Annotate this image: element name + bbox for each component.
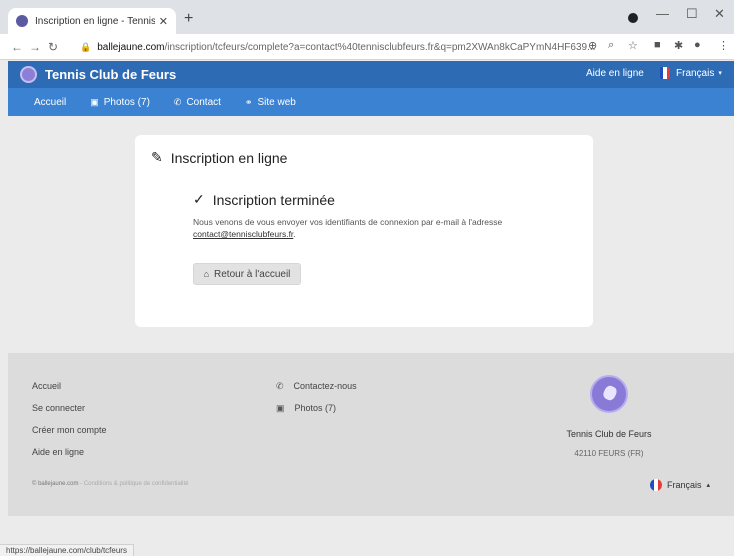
site-footer: Accueil Se connecter Créer mon compte Ai… <box>8 353 734 516</box>
media-record-icon[interactable] <box>628 13 638 23</box>
confirmation-text: Nous venons de vous envoyer vos identifi… <box>193 217 503 227</box>
bookmark-star-icon[interactable]: ☆ <box>628 39 638 52</box>
caret-down-icon: ▾ <box>718 70 722 77</box>
nav-photos-label: Photos (7) <box>103 96 150 108</box>
club-name: Tennis Club de Feurs <box>566 429 652 439</box>
lock-icon: 🔒 <box>80 41 92 52</box>
minimize-icon[interactable]: — <box>656 6 669 21</box>
profile-icon[interactable]: ● <box>694 39 701 51</box>
install-icon[interactable]: ⊕ <box>588 39 597 52</box>
back-home-label: Retour à l'accueil <box>214 268 291 280</box>
check-circle-icon: ✓ <box>193 191 205 207</box>
nav-contact[interactable]: ✆ Contact <box>174 97 221 108</box>
forward-icon[interactable]: → <box>26 40 44 54</box>
nav-website[interactable]: ⚭ Site web <box>245 97 296 108</box>
window-close-icon[interactable]: ✕ <box>714 6 725 22</box>
tab-close-icon[interactable]: ✕ <box>159 15 168 28</box>
page-title-text: Inscription en ligne <box>170 149 288 166</box>
help-link[interactable]: Aide en ligne <box>586 68 644 79</box>
menu-kebab-icon[interactable]: ⋮ <box>718 39 729 52</box>
footer-link-login[interactable]: Se connecter <box>32 403 85 413</box>
confirmation-message: Nous venons de vous envoyer vos identifi… <box>193 216 553 240</box>
back-icon[interactable]: ← <box>8 40 26 54</box>
email-link[interactable]: contact@tennisclubfeurs.fr <box>193 229 293 239</box>
email-suffix: . <box>293 229 296 239</box>
registration-card: ✎ Inscription en ligne ✓ Inscription ter… <box>135 135 593 327</box>
status-bar-url: https://ballejaune.com/club/tcfeurs <box>0 544 134 556</box>
copyright-text[interactable]: © ballejaune.com <box>32 481 78 487</box>
browser-tab-bar: Inscription en ligne - Tennis Club ✕ + —… <box>0 0 734 34</box>
footer-link-help[interactable]: Aide en ligne <box>32 447 84 457</box>
url-host: ballejaune.com <box>97 41 165 53</box>
phone-icon: ✆ <box>173 96 182 107</box>
photo-icon: ▣ <box>276 403 285 413</box>
club-logo-icon[interactable] <box>20 66 37 83</box>
french-flag-icon <box>650 479 662 491</box>
zoom-icon[interactable]: ⌕ <box>608 39 614 52</box>
legal-link[interactable]: - Conditions & politique de confidential… <box>78 481 188 487</box>
extension-icon[interactable]: ■ <box>654 39 661 51</box>
back-home-button[interactable]: ⌂ Retour à l'accueil <box>193 263 301 285</box>
language-label: Français <box>676 67 715 79</box>
nav-home[interactable]: Accueil <box>34 97 66 108</box>
footer-contact-link[interactable]: ✆ Contactez-nous <box>276 381 357 392</box>
home-icon: ⌂ <box>203 269 210 279</box>
footer-language-selector[interactable]: Français ▴ <box>650 479 710 491</box>
browser-tab[interactable]: Inscription en ligne - Tennis Club ✕ <box>8 8 176 34</box>
footer-language-label: Français <box>667 480 702 490</box>
nav-home-label: Accueil <box>34 96 67 108</box>
main-content: ✎ Inscription en ligne ✓ Inscription ter… <box>8 116 734 353</box>
tab-title: Inscription en ligne - Tennis Club <box>35 15 155 27</box>
site-nav: Accueil ▣ Photos (7) ✆ Contact ⚭ Site web <box>8 88 734 116</box>
language-selector[interactable]: Français ▾ <box>660 67 722 79</box>
reload-icon[interactable]: ↻ <box>44 40 62 54</box>
success-title-text: Inscription terminée <box>212 191 335 208</box>
club-address: 42110 FEURS (FR) <box>574 449 644 458</box>
site-favicon-icon <box>16 15 28 27</box>
url-path: /inscription/tcfeurs/complete?a=contact%… <box>164 41 596 53</box>
address-bar-row: ← → ↻ 🔒 ballejaune.com /inscription/tcfe… <box>0 34 734 60</box>
success-title: ✓ Inscription terminée <box>193 191 335 208</box>
site-header: Tennis Club de Feurs Aide en ligne Franç… <box>8 61 734 88</box>
url-field[interactable]: 🔒 ballejaune.com /inscription/tcfeurs/co… <box>80 38 640 56</box>
french-flag-icon <box>660 67 670 79</box>
maximize-icon[interactable]: ☐ <box>686 6 698 22</box>
brand-title[interactable]: Tennis Club de Feurs <box>45 67 176 82</box>
nav-contact-label: Contact <box>186 96 221 108</box>
footer-link-home[interactable]: Accueil <box>32 381 61 391</box>
footer-link-register[interactable]: Créer mon compte <box>32 425 107 435</box>
nav-website-label: Site web <box>257 96 296 108</box>
nav-photos[interactable]: ▣ Photos (7) <box>90 97 150 108</box>
club-logo <box>590 375 628 413</box>
copyright: © ballejaune.com - Conditions & politiqu… <box>32 481 189 487</box>
new-tab-icon[interactable]: + <box>184 10 193 28</box>
footer-contact-label: Contactez-nous <box>293 381 357 391</box>
phone-icon: ✆ <box>276 381 284 391</box>
page-title: ✎ Inscription en ligne <box>151 149 287 166</box>
link-icon: ⚭ <box>244 96 253 107</box>
edit-icon: ✎ <box>151 149 163 165</box>
photo-icon: ▣ <box>90 96 99 107</box>
puzzle-icon[interactable]: ✱ <box>674 39 683 52</box>
footer-photos-link[interactable]: ▣ Photos (7) <box>276 403 336 414</box>
footer-photos-label: Photos (7) <box>294 403 337 413</box>
caret-up-icon: ▴ <box>706 482 711 489</box>
